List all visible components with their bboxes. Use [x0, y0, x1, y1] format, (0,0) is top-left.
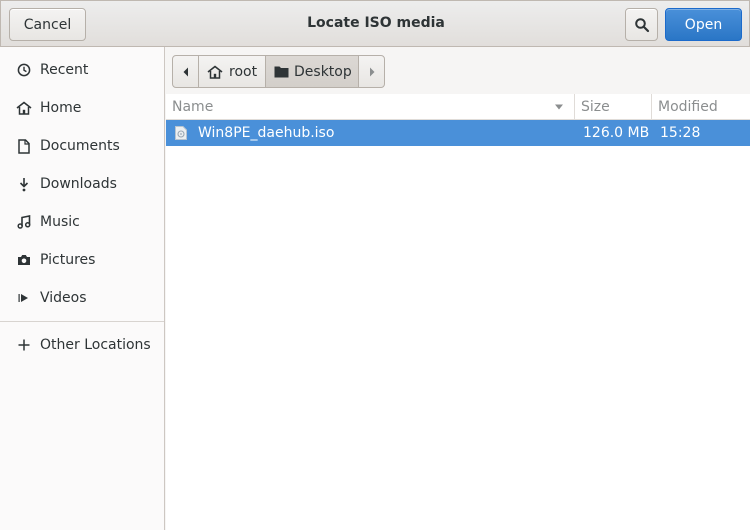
sidebar-item-label: Pictures [40, 252, 96, 268]
path-segment-desktop[interactable]: Desktop [266, 56, 359, 87]
home-icon [207, 64, 223, 79]
sidebar-item-label: Other Locations [40, 337, 151, 353]
header-bar: Cancel Locate ISO media Open [0, 0, 750, 47]
sidebar-item-label: Documents [40, 138, 120, 154]
folder-icon [274, 66, 289, 78]
file-size: 126.0 MB [583, 125, 650, 141]
download-icon [16, 176, 32, 192]
sidebar-item-downloads[interactable]: Downloads [0, 165, 164, 203]
column-separator [651, 94, 652, 120]
chevron-right-icon [369, 67, 374, 76]
sidebar-item-pictures[interactable]: Pictures [0, 241, 164, 279]
sidebar-divider [0, 321, 164, 322]
column-modified-label: Modified [658, 99, 718, 115]
sidebar-item-label: Recent [40, 62, 89, 78]
sidebar-item-label: Downloads [40, 176, 117, 192]
sidebar-item-documents[interactable]: Documents [0, 127, 164, 165]
path-forward-button[interactable] [359, 56, 384, 87]
file-name: Win8PE_daehub.iso [198, 125, 335, 141]
sidebar-item-videos[interactable]: Videos [0, 279, 164, 317]
search-button[interactable] [625, 8, 658, 41]
column-header: Name Size Modified [166, 94, 750, 120]
search-icon [634, 17, 649, 32]
file-browser: root Desktop Name Size Modified Win8PE_d… [166, 47, 750, 530]
column-size[interactable]: Size [581, 94, 651, 120]
path-segment-label: Desktop [294, 63, 352, 80]
sidebar-item-label: Home [40, 100, 82, 116]
sidebar-item-label: Music [40, 214, 80, 230]
sidebar-item-label: Videos [40, 290, 87, 306]
column-size-label: Size [581, 99, 610, 115]
plus-icon [16, 337, 32, 353]
disc-image-icon [175, 120, 187, 146]
music-icon [16, 214, 32, 230]
cancel-button[interactable]: Cancel [9, 8, 86, 41]
camera-icon [16, 252, 32, 268]
column-modified[interactable]: Modified [658, 94, 748, 120]
path-back-button[interactable] [173, 56, 199, 87]
column-separator [574, 94, 575, 120]
chevron-left-icon [183, 67, 188, 76]
path-bar: root Desktop [166, 47, 750, 94]
path-segment-root[interactable]: root [199, 56, 266, 87]
document-icon [16, 138, 32, 154]
file-row[interactable]: Win8PE_daehub.iso 126.0 MB 15:28 [166, 120, 750, 146]
sort-down-icon [555, 104, 563, 110]
file-modified: 15:28 [660, 125, 701, 141]
home-icon [16, 100, 32, 116]
sidebar-item-music[interactable]: Music [0, 203, 164, 241]
places-sidebar: Recent Home Documents Downloads Music Pi… [0, 47, 165, 530]
sidebar-item-home[interactable]: Home [0, 89, 164, 127]
column-name[interactable]: Name [172, 94, 572, 120]
clock-icon [16, 62, 32, 78]
sidebar-item-recent[interactable]: Recent [0, 51, 164, 89]
breadcrumb: root Desktop [172, 55, 385, 88]
sidebar-item-other-locations[interactable]: Other Locations [0, 326, 164, 364]
open-button[interactable]: Open [665, 8, 742, 41]
video-icon [16, 290, 32, 306]
column-name-label: Name [172, 99, 214, 115]
path-segment-label: root [229, 63, 258, 80]
